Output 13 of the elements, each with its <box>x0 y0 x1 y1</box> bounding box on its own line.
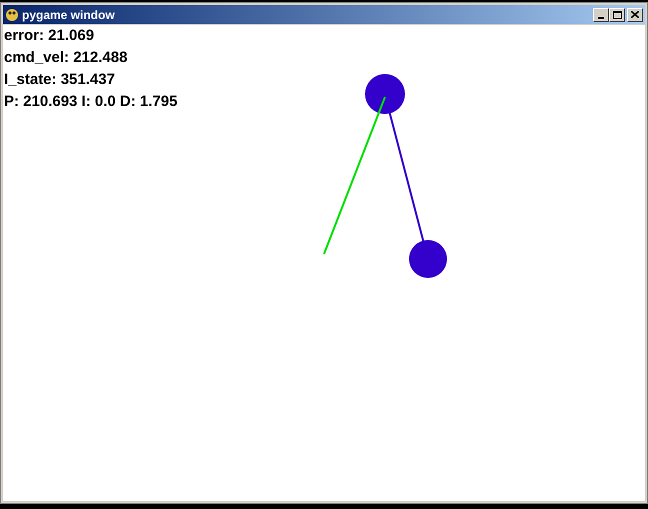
window-title: pygame window <box>22 6 115 24</box>
readout-text: cmd_vel: 212.488 <box>4 48 128 68</box>
close-icon <box>631 11 639 18</box>
minimize-icon <box>598 16 604 18</box>
close-button[interactable] <box>627 8 643 22</box>
maximize-button[interactable] <box>609 8 625 22</box>
maximize-icon <box>612 10 622 18</box>
pivot-circle <box>365 74 405 114</box>
readout-text: error: 21.069 <box>4 26 96 46</box>
readout-text: P: 210.693 I: 0.0 D: 1.795 <box>4 92 178 112</box>
pendulum-bob <box>409 240 447 278</box>
minimize-button[interactable] <box>593 8 609 22</box>
readout-text: I_state: 351.437 <box>4 70 116 90</box>
